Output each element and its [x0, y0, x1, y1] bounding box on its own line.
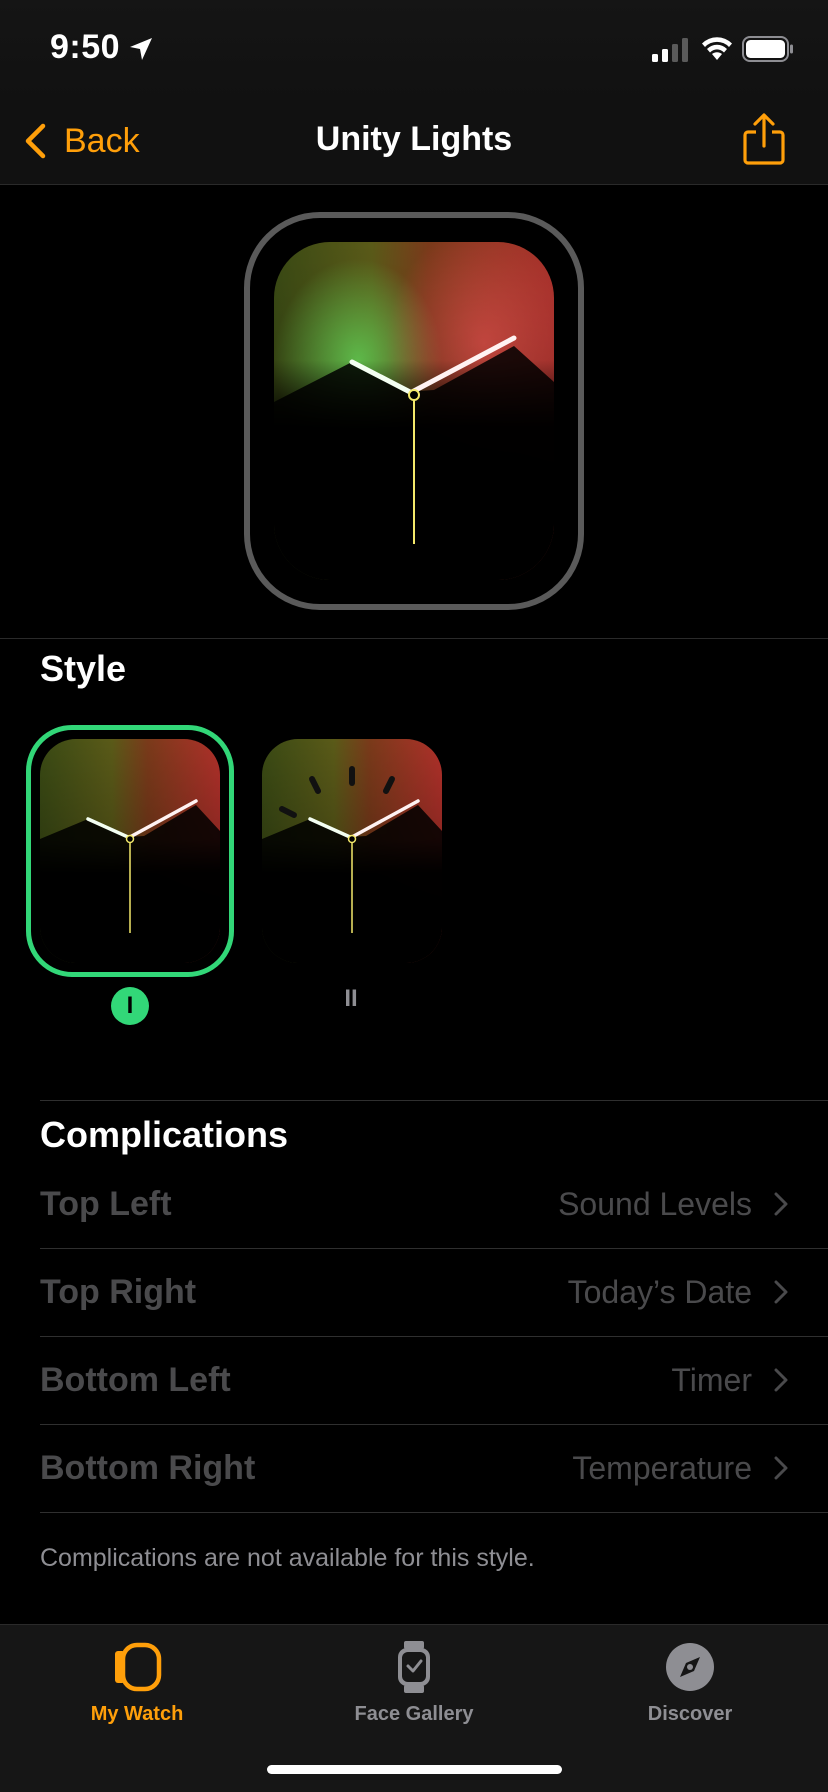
complication-label: Top Right [40, 1272, 197, 1311]
complication-value-group: Today’s Date [568, 1274, 788, 1311]
tab-label: Face Gallery [354, 1703, 474, 1725]
status-time: 9:50 [50, 28, 121, 66]
style-option-1-label: I [111, 987, 149, 1025]
status-bar: 9:50 [0, 0, 828, 100]
screen: 9:50 Back Unity Lights Style I II Compli… [0, 0, 828, 1792]
complication-value-group: Timer [671, 1362, 788, 1399]
chevron-right-icon [774, 1456, 788, 1480]
complication-row-top-left[interactable]: Top Left Sound Levels [40, 1160, 788, 1248]
complication-row-bottom-left[interactable]: Bottom Left Timer [40, 1336, 788, 1424]
location-arrow-icon [130, 38, 152, 60]
section-divider [40, 1100, 828, 1101]
complication-row-bottom-right[interactable]: Bottom Right Temperature [40, 1424, 788, 1512]
chevron-right-icon [774, 1368, 788, 1392]
complication-label: Top Left [40, 1184, 172, 1223]
complications-note: Complications are not available for this… [40, 1544, 535, 1572]
unity-lights-face-graphic [274, 242, 554, 580]
style-thumbnail-1 [40, 739, 220, 963]
home-indicator[interactable] [267, 1765, 562, 1774]
navigation-bar: Back Unity Lights [0, 100, 828, 185]
tab-face-gallery[interactable]: Face Gallery [314, 1641, 514, 1741]
complication-label: Bottom Right [40, 1448, 256, 1487]
complication-label: Bottom Left [40, 1360, 231, 1399]
battery-icon [742, 36, 793, 62]
watch-face-display [274, 242, 554, 580]
style-1-face-graphic [40, 739, 220, 963]
watch-active-icon [115, 1642, 162, 1692]
chevron-right-icon [774, 1192, 788, 1216]
cellular-signal-icon [652, 38, 688, 62]
wifi-icon [702, 37, 732, 60]
complication-value-group: Sound Levels [558, 1186, 788, 1223]
tab-discover[interactable]: Discover [590, 1641, 790, 1741]
complication-value-group: Temperature [572, 1450, 788, 1487]
style-2-face-graphic [262, 739, 442, 963]
share-icon[interactable] [742, 112, 786, 166]
style-option-1[interactable] [26, 725, 234, 977]
compass-icon [666, 1643, 714, 1691]
complication-row-top-right[interactable]: Top Right Today’s Date [40, 1248, 788, 1336]
style-section-title: Style [40, 648, 127, 689]
row-divider [40, 1512, 828, 1513]
tab-label: Discover [647, 1703, 733, 1725]
watch-face-icon [398, 1641, 430, 1693]
tab-my-watch[interactable]: My Watch [37, 1641, 237, 1741]
complications-section-title: Complications [40, 1114, 289, 1155]
style-option-2[interactable] [260, 725, 444, 977]
complication-value: Sound Levels [558, 1185, 752, 1222]
page-title: Unity Lights [315, 120, 513, 158]
watch-case [244, 212, 584, 610]
style-option-2-label: II [344, 985, 358, 1012]
chevron-right-icon [774, 1280, 788, 1304]
tab-label: My Watch [90, 1703, 184, 1725]
watch-face-preview [0, 185, 828, 639]
complication-value: Today’s Date [567, 1273, 752, 1310]
complication-value: Timer [671, 1361, 752, 1398]
style-thumbnail-2 [262, 739, 442, 963]
complication-value: Temperature [572, 1449, 752, 1486]
